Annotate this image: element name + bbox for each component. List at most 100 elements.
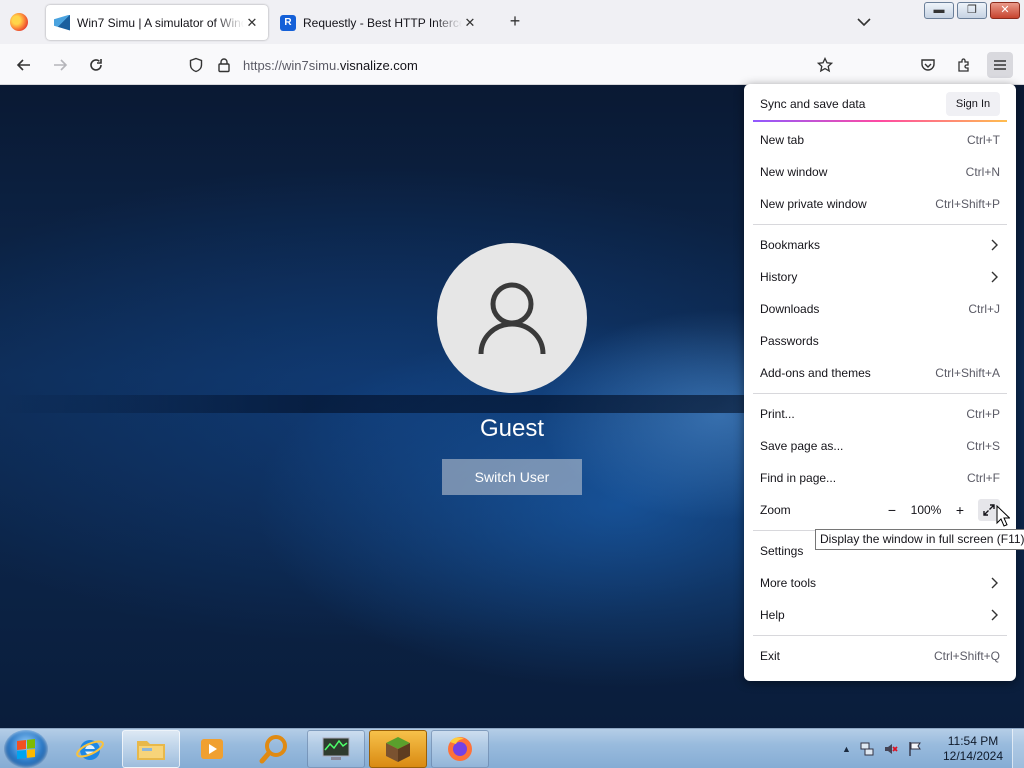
tab-requestly[interactable]: R Requestly - Best HTTP Interceptor ✕	[272, 5, 486, 40]
folder-icon	[137, 741, 165, 760]
menu-separator	[753, 635, 1007, 636]
menu-item-downloads[interactable]: Downloads Ctrl+J	[752, 293, 1008, 325]
taskbar-clock[interactable]: 11:54 PM 12/14/2024	[938, 734, 1008, 764]
close-window-button[interactable]: ✕	[990, 2, 1020, 19]
window-controls: ▬ ❐ ✕	[924, 2, 1020, 19]
url-bar[interactable]: https://win7simu.visnalize.com	[180, 50, 850, 80]
firefox-menu-icon[interactable]	[10, 13, 28, 31]
close-tab-icon[interactable]: ✕	[462, 15, 478, 31]
zoom-controls: − 100% +	[880, 499, 1000, 521]
chevron-right-icon	[991, 577, 998, 589]
menu-item-history[interactable]: History	[752, 261, 1008, 293]
menu-item-print[interactable]: Print... Ctrl+P	[752, 398, 1008, 430]
fullscreen-tooltip: Display the window in full screen (F11)	[815, 529, 1024, 550]
clock-time: 11:54 PM	[947, 734, 999, 748]
zoom-in-button[interactable]: +	[948, 500, 972, 520]
system-tray: ▲	[842, 729, 923, 768]
forward-button[interactable]	[47, 52, 73, 78]
forward-arrow-icon	[54, 59, 68, 71]
user-silhouette-icon	[478, 282, 546, 355]
reload-icon	[90, 59, 102, 71]
taskbar: ▲ 11:54 PM 12/14/2024	[0, 728, 1024, 768]
volume-muted-icon[interactable]	[883, 741, 899, 757]
extensions-button[interactable]	[951, 52, 977, 78]
firefox-icon	[448, 737, 472, 761]
url-text: https://win7simu.visnalize.com	[243, 58, 418, 73]
menu-item-exit[interactable]: Exit Ctrl+Shift+Q	[752, 640, 1008, 672]
menu-item-zoom: Zoom − 100% +	[752, 494, 1008, 526]
sync-label: Sync and save data	[760, 97, 866, 111]
new-tab-button[interactable]: +	[505, 12, 525, 32]
reload-button[interactable]	[83, 52, 109, 78]
menu-item-new-private-window[interactable]: New private window Ctrl+Shift+P	[752, 188, 1008, 220]
chevron-right-icon	[991, 271, 998, 283]
mouse-cursor-icon	[996, 505, 1010, 527]
tracking-protection-shield-icon[interactable]	[188, 57, 204, 73]
menu-separator	[753, 224, 1007, 225]
minimize-button[interactable]: ▬	[924, 2, 954, 19]
taskbar-monitor-app[interactable]	[307, 730, 365, 768]
tab-win7simu[interactable]: Win7 Simu | A simulator of Windows 7 ✕	[46, 5, 268, 40]
menu-item-bookmarks[interactable]: Bookmarks	[752, 229, 1008, 261]
menu-item-find-in-page[interactable]: Find in page... Ctrl+F	[752, 462, 1008, 494]
tab-title: Requestly - Best HTTP Interceptor	[303, 15, 462, 30]
menu-separator	[753, 393, 1007, 394]
system-monitor-icon	[322, 737, 350, 760]
start-button[interactable]	[4, 730, 48, 768]
app-menu-button[interactable]	[987, 52, 1013, 78]
tab-title: Win7 Simu | A simulator of Windows 7	[77, 15, 244, 30]
pocket-button[interactable]	[915, 52, 941, 78]
zoom-level-value[interactable]: 100%	[904, 503, 948, 517]
internet-explorer-icon	[76, 740, 104, 760]
chevron-right-icon	[991, 239, 998, 251]
show-hidden-icons-button[interactable]: ▲	[842, 744, 851, 754]
taskbar-minecraft[interactable]	[369, 730, 427, 768]
navigation-toolbar: https://win7simu.visnalize.com	[0, 44, 1024, 85]
taskbar-internet-explorer[interactable]	[61, 730, 119, 768]
requestly-favicon-icon: R	[280, 14, 296, 31]
tab-strip: Win7 Simu | A simulator of Windows 7 ✕ R…	[0, 0, 1024, 44]
pocket-icon	[921, 59, 935, 71]
chevron-right-icon	[991, 609, 998, 621]
menu-item-save-page[interactable]: Save page as... Ctrl+S	[752, 430, 1008, 462]
menu-item-help[interactable]: Help	[752, 599, 1008, 631]
network-icon[interactable]	[859, 741, 875, 757]
app-menu-panel: Sync and save data Sign In New tab Ctrl+T…	[744, 84, 1016, 681]
taskbar-search-app[interactable]	[245, 730, 303, 768]
close-tab-icon[interactable]: ✕	[244, 15, 260, 31]
grass-block-icon	[386, 737, 410, 762]
puzzle-piece-icon	[958, 58, 969, 72]
fullscreen-icon	[983, 504, 995, 516]
menu-item-passwords[interactable]: Passwords	[752, 325, 1008, 357]
maximize-icon: ❐	[967, 4, 977, 16]
menu-item-addons[interactable]: Add-ons and themes Ctrl+Shift+A	[752, 357, 1008, 389]
list-all-tabs-icon[interactable]	[855, 14, 873, 30]
sign-in-button[interactable]: Sign In	[946, 92, 1000, 116]
magnifier-icon	[259, 735, 287, 764]
taskbar-windows-explorer[interactable]	[122, 730, 180, 768]
windows-logo-icon	[17, 739, 35, 759]
clock-date: 12/14/2024	[942, 749, 1004, 763]
action-center-flag-icon[interactable]	[907, 741, 923, 757]
hamburger-menu-icon	[994, 60, 1006, 70]
bookmark-star-icon[interactable]	[817, 57, 833, 73]
sync-row: Sync and save data Sign In	[752, 88, 1008, 120]
taskbar-media-player[interactable]	[183, 730, 241, 768]
sync-separator	[753, 120, 1007, 122]
show-desktop-button[interactable]	[1012, 729, 1024, 768]
taskbar-firefox[interactable]	[431, 730, 489, 768]
menu-item-more-tools[interactable]: More tools	[752, 567, 1008, 599]
media-player-icon	[201, 739, 223, 759]
zoom-out-button[interactable]: −	[880, 500, 904, 520]
menu-item-new-window[interactable]: New window Ctrl+N	[752, 156, 1008, 188]
user-avatar[interactable]	[437, 243, 587, 393]
menu-item-new-tab[interactable]: New tab Ctrl+T	[752, 124, 1008, 156]
switch-user-button[interactable]: Switch User	[442, 459, 582, 495]
lock-icon[interactable]	[216, 57, 232, 73]
back-arrow-icon	[16, 59, 30, 71]
username-label: Guest	[479, 415, 545, 442]
minimize-icon: ▬	[933, 4, 945, 16]
win7simu-favicon-icon	[54, 14, 70, 31]
back-button[interactable]	[11, 52, 37, 78]
maximize-button[interactable]: ❐	[957, 2, 987, 19]
